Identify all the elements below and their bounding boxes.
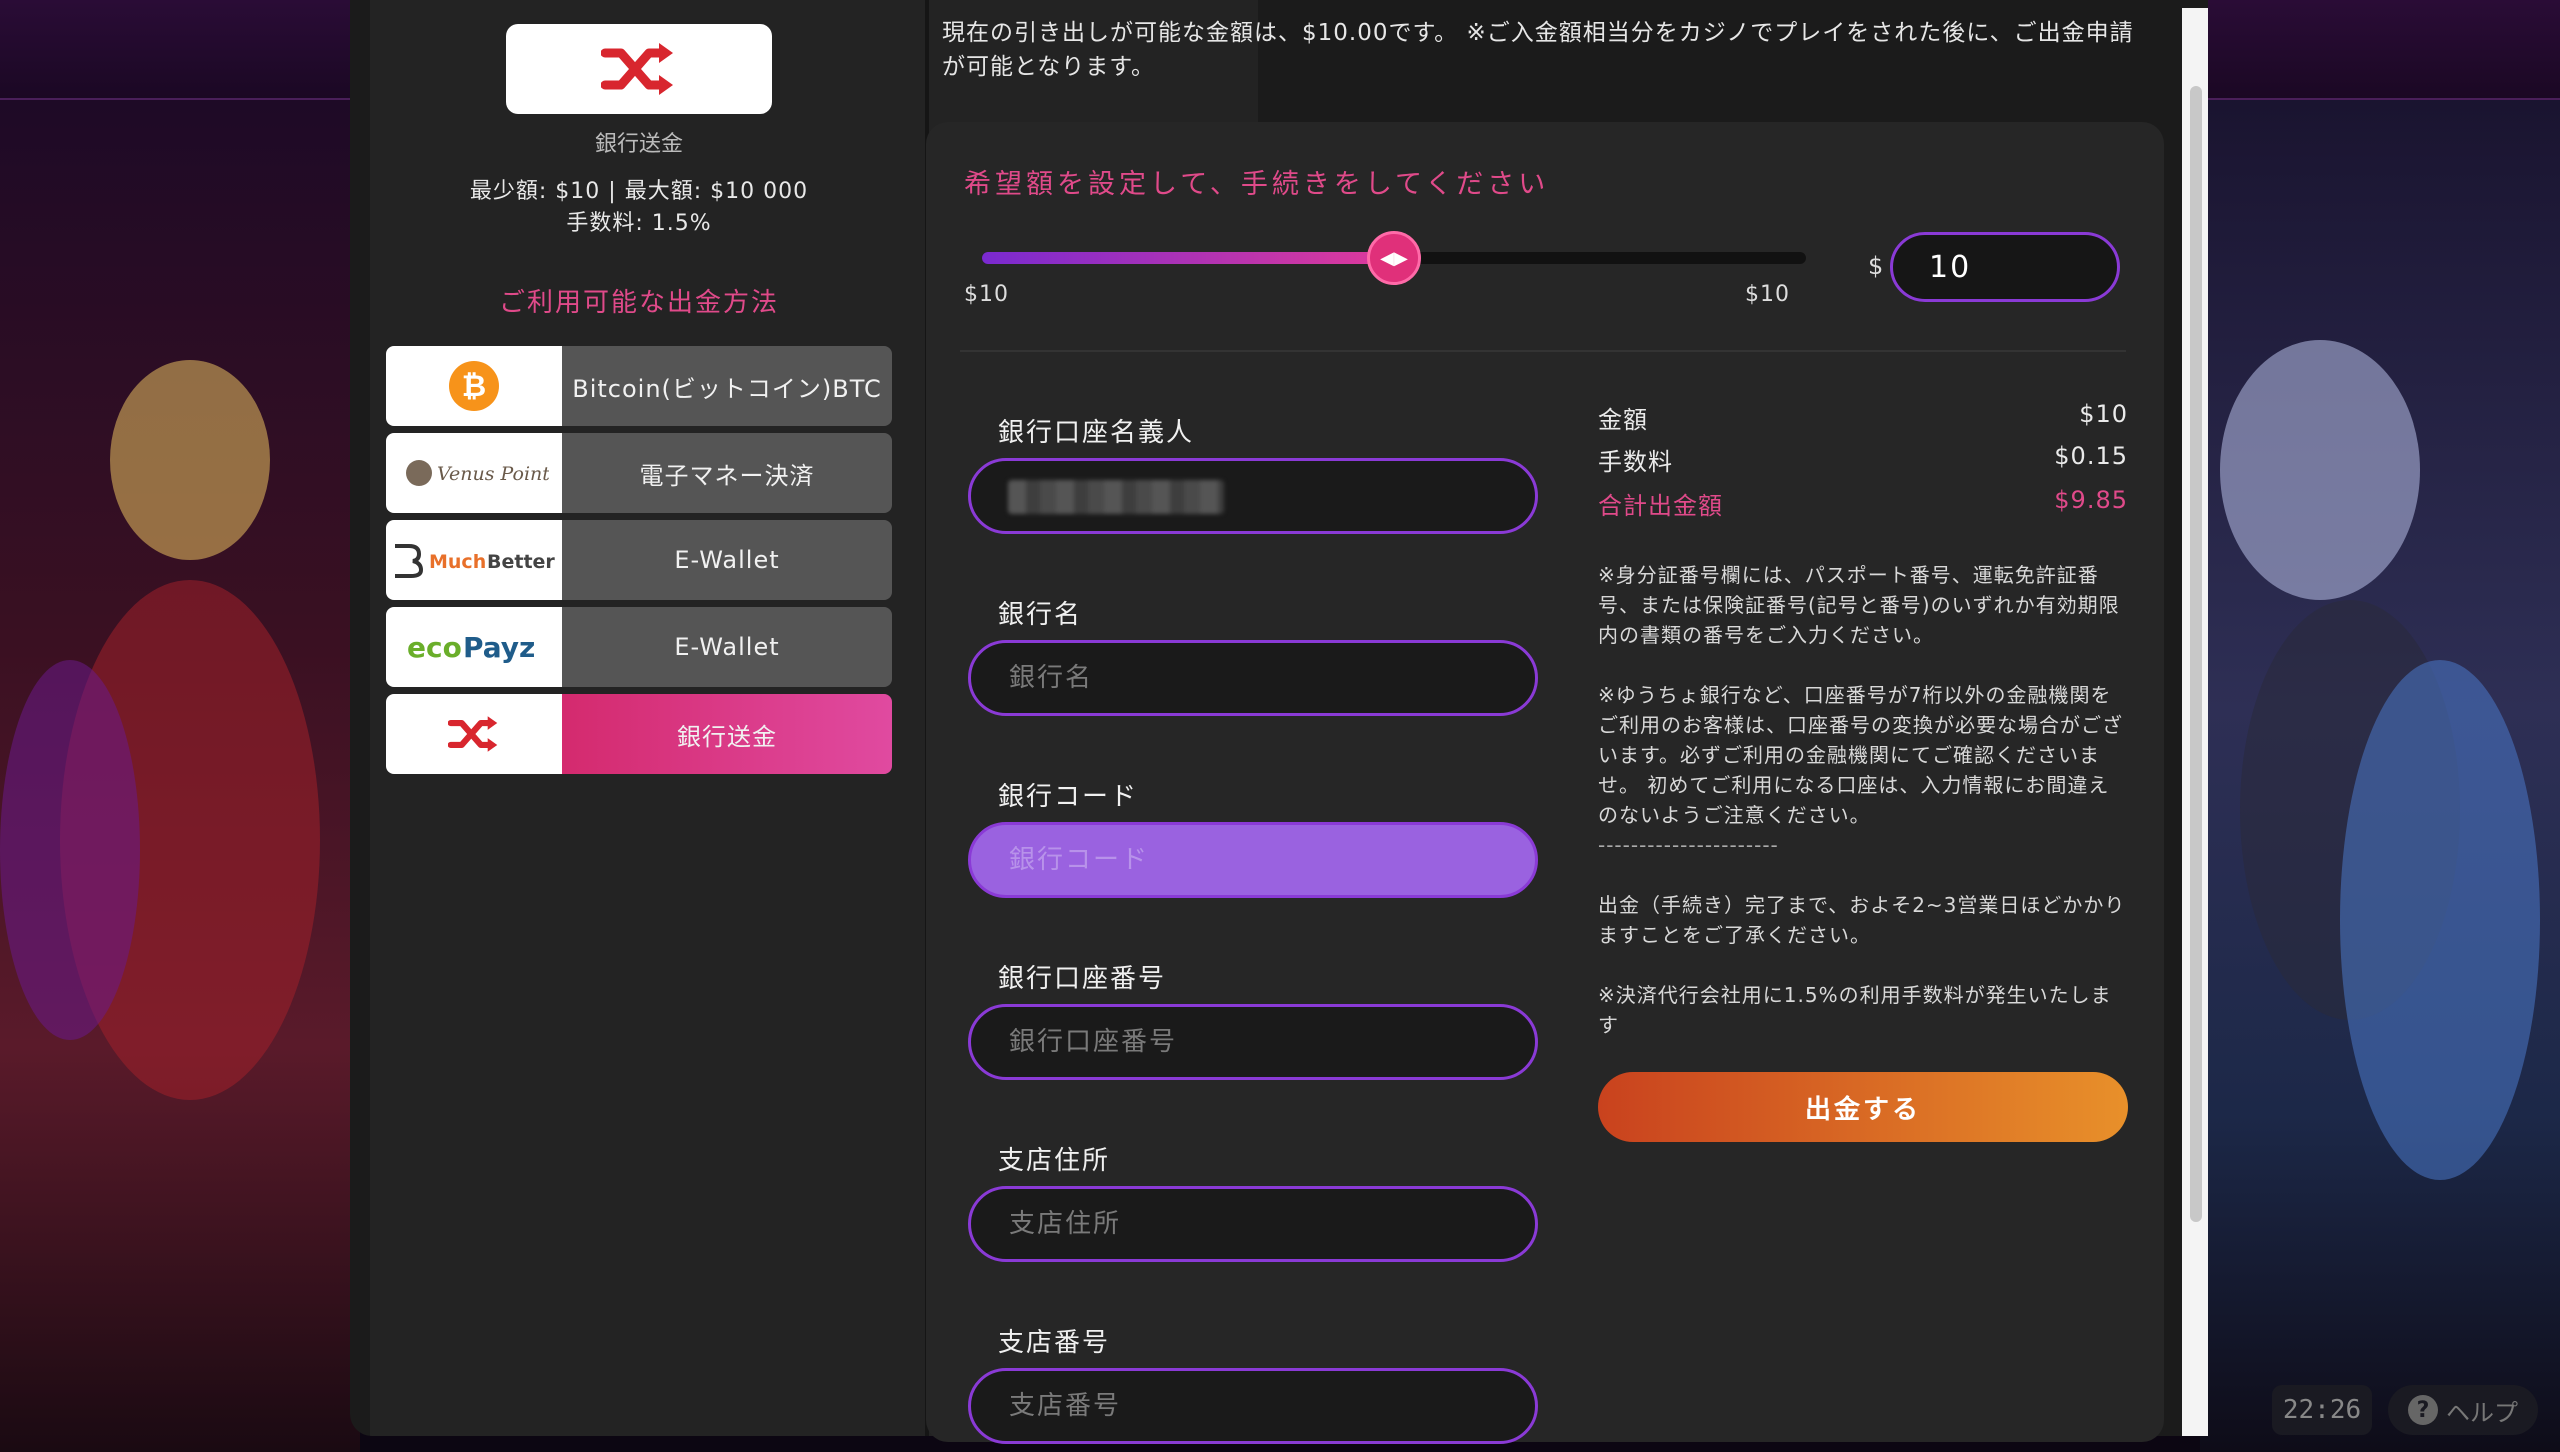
panel-divider	[960, 350, 2126, 352]
withdrawable-info: 現在の引き出しが可能な金額は、$10.00です。 ※ご入金額相当分をカジノでプレ…	[942, 20, 2134, 80]
muchbetter-icon: Much Better	[395, 544, 555, 578]
bank-code-input[interactable]	[968, 822, 1538, 898]
summary-fee-label: 手数料	[1598, 448, 1673, 476]
shuffle-icon	[601, 43, 673, 95]
summary-fee-value: $0.15	[2054, 442, 2128, 470]
ecopayz-logo: eco Payz	[386, 607, 562, 687]
account-number-input[interactable]	[968, 1004, 1538, 1080]
amount-slider[interactable]: ◀▶	[982, 231, 1806, 285]
svg-text:₿: ₿	[462, 369, 486, 404]
help-label: ヘルプ	[2446, 1398, 2518, 1427]
question-icon: ?	[2408, 1395, 2438, 1425]
method-bitcoin[interactable]: ₿ Bitcoin(ビットコイン)BTC	[386, 346, 892, 426]
fee-line: 手数料: 1.5%	[566, 211, 712, 236]
method-venus-point[interactable]: Venus Point 電子マネー決済	[386, 433, 892, 513]
help-button[interactable]: ? ヘルプ	[2388, 1385, 2538, 1435]
method-label: 銀行送金	[562, 694, 892, 774]
selected-method-name: 銀行送金	[594, 132, 683, 157]
svg-text:Payz: Payz	[463, 631, 535, 664]
bitcoin-logo: ₿	[386, 346, 562, 426]
scrollbar-thumb[interactable]	[2190, 86, 2202, 1222]
withdraw-button[interactable]: 出金する	[1598, 1072, 2128, 1142]
note-yucho-bank: ※ゆうちょ銀行など、口座番号が7桁以外の金融機関をご利用のお客様は、口座番号の変…	[1598, 683, 2123, 827]
venus-point-icon: Venus Point	[406, 460, 549, 486]
left-character-artwork	[0, 100, 360, 1452]
amount-input[interactable]	[1890, 232, 2120, 302]
method-list: ₿ Bitcoin(ビットコイン)BTC Venus Point 電子マネー決済	[386, 346, 892, 781]
bitcoin-icon: ₿	[449, 361, 499, 411]
svg-text:Venus Point: Venus Point	[437, 463, 549, 485]
method-label: 電子マネー決済	[562, 433, 892, 513]
slider-fill	[982, 252, 1394, 264]
method-ecopayz[interactable]: eco Payz E-Wallet	[386, 607, 892, 687]
venus-point-logo: Venus Point	[386, 433, 562, 513]
ecopayz-icon: eco Payz	[407, 631, 535, 664]
withdrawal-summary: 金額 $10 手数料 $0.15 合計出金額 $9.85	[1598, 400, 2128, 528]
summary-total-row: 合計出金額 $9.85	[1598, 486, 2128, 528]
bank-code-label: 銀行コード	[998, 782, 1139, 812]
shuffle-icon	[448, 716, 498, 752]
summary-amount-row: 金額 $10	[1598, 400, 2128, 442]
withdrawal-notes: ※身分証番号欄には、パスポート番号、運転免許証番号、または保険証番号(記号と番号…	[1598, 560, 2128, 1070]
summary-amount-value: $10	[2079, 400, 2128, 428]
limits-line: 最少額: $10 | 最大額: $10 000	[469, 179, 809, 204]
slider-min-label: $10	[964, 282, 1009, 307]
bank-name-input[interactable]	[968, 640, 1538, 716]
bank-name-label: 銀行名	[998, 600, 1083, 630]
methods-title: ご利用可能な出金方法	[498, 288, 779, 318]
method-label: E-Wallet	[562, 520, 892, 600]
amount-panel-title: 希望額を設定して、手続きをしてください	[964, 169, 1550, 200]
summary-fee-row: 手数料 $0.15	[1598, 442, 2128, 484]
svg-text:eco: eco	[407, 631, 462, 664]
branch-address-label: 支店住所	[998, 1146, 1111, 1176]
branch-address-input[interactable]	[968, 1186, 1538, 1262]
method-muchbetter[interactable]: Much Better E-Wallet	[386, 520, 892, 600]
right-character-artwork	[2200, 100, 2560, 1452]
summary-total-value: $9.85	[2054, 486, 2128, 514]
branch-number-label: 支店番号	[998, 1328, 1111, 1358]
branch-number-input[interactable]	[968, 1368, 1538, 1444]
redacted-account-holder-value	[1008, 480, 1224, 514]
account-number-label: 銀行口座番号	[998, 964, 1167, 994]
selected-method-logo	[506, 24, 772, 114]
bank-transfer-logo	[386, 694, 562, 774]
note-fee: ※決済代行会社用に1.5%の利用手数料が発生いたします	[1598, 983, 2112, 1037]
slider-max-label: $10	[1745, 282, 1790, 307]
method-bank-transfer[interactable]: 銀行送金	[386, 694, 892, 774]
muchbetter-logo: Much Better	[386, 520, 562, 600]
summary-total-label: 合計出金額	[1598, 492, 1723, 520]
svg-text:Better: Better	[487, 551, 555, 573]
method-label: Bitcoin(ビットコイン)BTC	[562, 346, 892, 426]
note-id-number: ※身分証番号欄には、パスポート番号、運転免許証番号、または保険証番号(記号と番号…	[1598, 563, 2120, 647]
svg-text:Much: Much	[429, 551, 486, 573]
clock-display: 22:26	[2272, 1385, 2372, 1435]
notes-separator: ----------------------	[1598, 833, 1779, 857]
slider-handle[interactable]: ◀▶	[1367, 231, 1421, 285]
modal-scrollbar[interactable]	[2182, 8, 2208, 1436]
account-holder-label: 銀行口座名義人	[998, 418, 1195, 448]
note-processing-time: 出金（手続き）完了まで、およそ2~3営業日ほどかかりますことをご了承ください。	[1598, 893, 2126, 947]
method-label: E-Wallet	[562, 607, 892, 687]
summary-amount-label: 金額	[1598, 406, 1648, 434]
drag-arrows-icon: ◀▶	[1380, 247, 1408, 269]
amount-currency: $	[1868, 252, 1884, 280]
method-limits: 最少額: $10 | 最大額: $10 000 手数料: 1.5%	[386, 176, 892, 240]
